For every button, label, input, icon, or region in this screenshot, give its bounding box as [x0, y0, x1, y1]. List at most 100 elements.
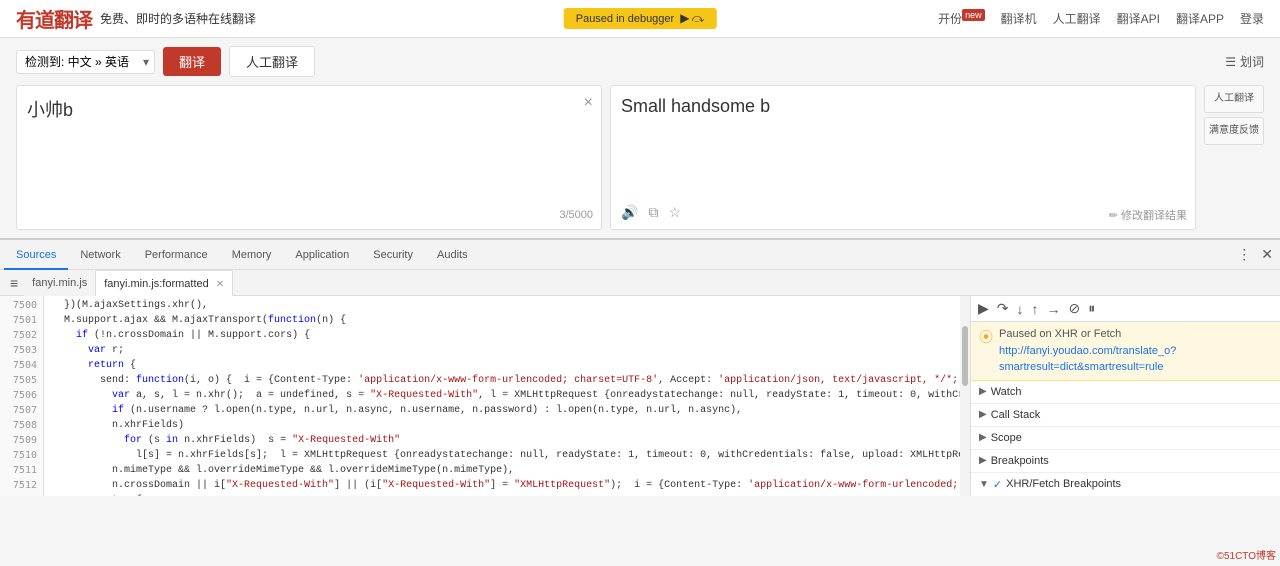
- line-num: 7506: [0, 388, 43, 403]
- step-icon[interactable]: →: [1044, 299, 1064, 319]
- source-text[interactable]: 小帅b: [27, 96, 591, 122]
- line-num: 7501: [0, 313, 43, 328]
- nav-api[interactable]: 翻译API: [1117, 10, 1160, 27]
- scope-header[interactable]: ▶ Scope: [971, 427, 1280, 449]
- paused-banner: ⦿ Paused on XHR or Fetch http://fanyi.yo…: [971, 322, 1280, 381]
- line-num: 7505: [0, 373, 43, 388]
- code-line: return {: [44, 358, 960, 373]
- breakpoints-arrow: ▶: [979, 455, 987, 466]
- xhr-check: ✓: [993, 478, 1002, 491]
- source-panel: 小帅b × 3/5000: [16, 85, 602, 230]
- xhr-header[interactable]: ▼ ✓ XHR/Fetch Breakpoints: [971, 473, 1280, 496]
- tab-network[interactable]: Network: [68, 240, 132, 270]
- logo-area: 有道翻译 免费、即时的多语种在线翻译: [16, 4, 256, 33]
- line-num: 7513: [0, 493, 43, 496]
- close-button[interactable]: ×: [584, 94, 593, 112]
- watch-arrow: ▶: [979, 386, 987, 397]
- line-num: 7503: [0, 343, 43, 358]
- paused-url1[interactable]: http://fanyi.youdao.com/translate_o?: [999, 345, 1176, 357]
- callstack-header[interactable]: ▶ Call Stack: [971, 404, 1280, 426]
- xhr-body: URL contains "http://fanyi.youdao.com/tr…: [971, 496, 1280, 497]
- watch-header[interactable]: ▶ Watch: [971, 381, 1280, 403]
- file-tab-minjs[interactable]: fanyi.min.js: [24, 270, 95, 296]
- devtools-body: 7500 7501 7502 7503 7504 7505 7506 7507 …: [0, 296, 1280, 496]
- vocab-icon: ☰: [1225, 55, 1236, 69]
- watch-label: Watch: [991, 386, 1022, 398]
- tab-performance[interactable]: Performance: [133, 240, 220, 270]
- step-into-icon[interactable]: ↓: [1014, 299, 1027, 319]
- tab-sources[interactable]: Sources: [4, 240, 68, 270]
- star-icon[interactable]: ☆: [668, 204, 681, 221]
- devtools: Sources Network Performance Memory Appli…: [0, 238, 1280, 496]
- tab-security[interactable]: Security: [361, 240, 425, 270]
- resume-execution-icon[interactable]: ▶: [975, 298, 992, 319]
- nav-login[interactable]: 登录: [1240, 10, 1264, 27]
- code-line: for (s in n.xhrFields) s = "X-Requested-…: [44, 433, 960, 448]
- watermark: ©51CTO博客: [1217, 547, 1276, 562]
- nav-translatemachine[interactable]: 翻译机: [1001, 10, 1037, 27]
- paused-text: Paused on XHR or Fetch http://fanyi.youd…: [999, 326, 1176, 376]
- code-line: M.support.ajax && M.ajaxTransport(functi…: [44, 313, 960, 328]
- top-nav: 开份new 翻译机 人工翻译 翻译API 翻译APP 登录: [938, 10, 1264, 27]
- line-num: 7511: [0, 463, 43, 478]
- debugger-controls[interactable]: ▶ ⤼: [680, 11, 704, 26]
- vocab-button[interactable]: ☰ 划词: [1225, 53, 1264, 70]
- debug-section-xhr: ▼ ✓ XHR/Fetch Breakpoints URL contains "…: [971, 473, 1280, 497]
- breakpoints-header[interactable]: ▶ Breakpoints: [971, 450, 1280, 472]
- code-line: n.xhrFields): [44, 418, 960, 433]
- code-line: send: function(i, o) { i = {Content-Type…: [44, 373, 960, 388]
- copy-icon[interactable]: ⧉: [648, 204, 658, 221]
- step-over-icon[interactable]: ⤼: [691, 11, 704, 26]
- devtools-tab-right: ⋮ ✕: [1234, 246, 1276, 263]
- nav-kaidan[interactable]: 开份new: [938, 10, 985, 27]
- line-num: 7502: [0, 328, 43, 343]
- code-area[interactable]: })(M.ajaxSettings.xhr(), M.support.ajax …: [44, 296, 960, 496]
- xhr-arrow: ▼: [979, 479, 989, 490]
- lang-selector[interactable]: 检测到: 中文 » 英语: [16, 50, 155, 74]
- debug-section-scope: ▶ Scope: [971, 427, 1280, 450]
- step-over-icon[interactable]: ↷: [994, 298, 1012, 319]
- paused-url2[interactable]: smartresult=dict&smartresult=rule: [999, 361, 1163, 373]
- close-tab-icon[interactable]: ✕: [216, 279, 224, 290]
- human-translate-button[interactable]: 人工翻译: [229, 46, 315, 77]
- translate-button[interactable]: 翻译: [163, 47, 221, 76]
- xhr-label: XHR/Fetch Breakpoints: [1006, 478, 1121, 490]
- callstack-label: Call Stack: [991, 409, 1041, 421]
- code-line: if (n.username ? l.open(n.type, n.url, n…: [44, 403, 960, 418]
- right-panel: 人工翻译 满意度反馈: [1204, 85, 1264, 230]
- nav-app[interactable]: 翻译APP: [1176, 10, 1224, 27]
- scope-label: Scope: [991, 432, 1022, 444]
- step-out-icon[interactable]: ↑: [1029, 299, 1042, 319]
- debug-section-breakpoints: ▶ Breakpoints: [971, 450, 1280, 473]
- lang-selector-wrap[interactable]: 检测到: 中文 » 英语: [16, 50, 155, 74]
- logo-tagline: 免费、即时的多语种在线翻译: [100, 10, 256, 27]
- top-bar: 有道翻译 免费、即时的多语种在线翻译 Paused in debugger ▶ …: [0, 0, 1280, 38]
- debugger-banner: Paused in debugger ▶ ⤼: [564, 8, 717, 29]
- debug-section-watch: ▶ Watch: [971, 381, 1280, 404]
- line-num: 7504: [0, 358, 43, 373]
- tab-memory[interactable]: Memory: [220, 240, 284, 270]
- file-tab-formatted[interactable]: fanyi.min.js:formatted ✕: [95, 270, 233, 296]
- char-count: 3/5000: [559, 209, 593, 221]
- devtools-more-icon[interactable]: ⋮: [1234, 246, 1254, 263]
- scroll-thumb[interactable]: [962, 326, 968, 386]
- resume-icon[interactable]: ▶: [680, 11, 689, 26]
- tab-audits[interactable]: Audits: [425, 240, 480, 270]
- nav-humantranslate[interactable]: 人工翻译: [1053, 10, 1101, 27]
- deactivate-breakpoints-icon[interactable]: ⊘: [1066, 298, 1084, 319]
- code-line: if (!n.crossDomain || M.support.cors) {: [44, 328, 960, 343]
- feedback-side-button[interactable]: 满意度反馈: [1204, 117, 1264, 145]
- code-line: l[s] = n.xhrFields[s]; l = XMLHttpReques…: [44, 448, 960, 463]
- edit-result-button[interactable]: ✏ 修改翻译结果: [1109, 207, 1187, 223]
- tab-application[interactable]: Application: [283, 240, 361, 270]
- line-num: 7500: [0, 298, 43, 313]
- lang-controls: 检测到: 中文 » 英语 翻译 人工翻译 ☰ 划词: [16, 46, 1264, 77]
- audio-icon[interactable]: 🔊: [621, 204, 638, 221]
- paused-icon: ⦿: [979, 327, 993, 347]
- human-translate-side-button[interactable]: 人工翻译: [1204, 85, 1264, 113]
- scroll-area[interactable]: [960, 296, 970, 496]
- sidebar-toggle[interactable]: ≡: [4, 275, 24, 291]
- devtools-close-icon[interactable]: ✕: [1258, 246, 1276, 263]
- pause-on-exception-icon[interactable]: ⏸: [1085, 298, 1098, 319]
- line-gutter: 7500 7501 7502 7503 7504 7505 7506 7507 …: [0, 296, 44, 496]
